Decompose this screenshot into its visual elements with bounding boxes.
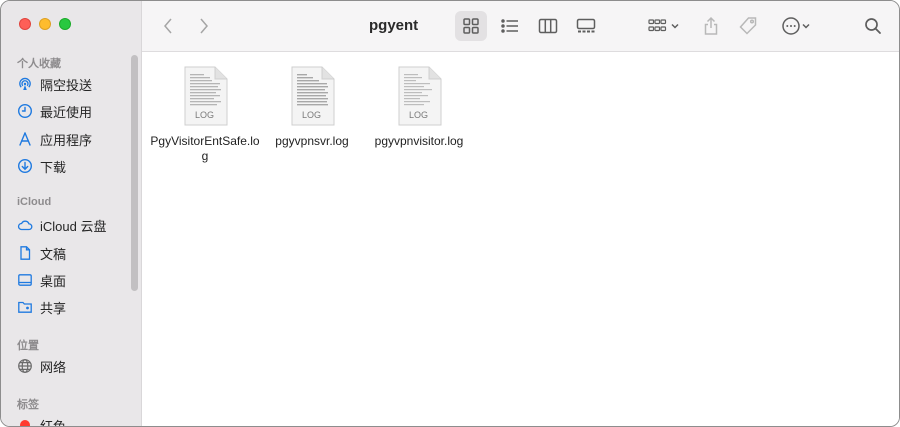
sidebar-item-recents[interactable]: 最近使用: [17, 100, 132, 122]
sidebar-item-label: 文稿: [40, 246, 67, 262]
log-file-icon: LOG: [181, 66, 229, 126]
group-grid-icon: [648, 19, 667, 32]
gallery-view-icon: [576, 18, 596, 33]
sidebar-scrollbar[interactable]: [131, 55, 138, 291]
more-actions-button[interactable]: [776, 11, 816, 41]
airdrop-icon: [19, 77, 31, 90]
file-badge: LOG: [409, 110, 429, 120]
ellipsis-circle-icon: [782, 17, 800, 35]
column-view-icon: [538, 18, 558, 34]
file-badge: LOG: [195, 110, 215, 120]
sidebar-item-applications[interactable]: 应用程序: [17, 128, 132, 150]
sidebar-item-label: 最近使用: [40, 104, 93, 120]
applications-icon: [19, 132, 31, 146]
file-name: pgyvpnvisitor.log: [374, 134, 464, 148]
download-icon: [17, 158, 33, 174]
file-browser: LOG PgyVisitorEntSafe.log LOG pgyvpnsvr.…: [142, 52, 899, 426]
file-item[interactable]: LOG pgyvpnvisitor.log: [364, 66, 474, 149]
file-name: pgyvpnsvr.log: [275, 134, 349, 148]
toolbar: pgyent: [142, 1, 899, 52]
gallery-view-button[interactable]: [570, 11, 602, 41]
window-controls: [19, 18, 71, 30]
chevron-down-icon: [671, 23, 679, 29]
section-title-favorites: 个人收藏: [17, 58, 61, 70]
list-view-button[interactable]: [494, 11, 526, 41]
sidebar-item-downloads[interactable]: 下载: [17, 155, 132, 177]
sidebar-item-label: 隔空投送: [40, 77, 93, 93]
file-name: PgyVisitorEntSafe.log: [150, 134, 260, 163]
column-view-button[interactable]: [532, 11, 564, 41]
desktop-icon: [18, 274, 32, 286]
sidebar-item-label: 应用程序: [40, 132, 93, 148]
finder-window: 个人收藏 隔空投送 最近使用 应用程序 下载 iCloud iCloud 云盘 …: [0, 0, 900, 427]
search-icon: [865, 18, 881, 34]
network-icon: [18, 359, 32, 373]
list-view-icon: [501, 19, 518, 33]
log-file-icon: LOG: [288, 66, 336, 126]
back-button[interactable]: [156, 11, 180, 41]
tag-icon: [739, 17, 757, 35]
zoom-button[interactable]: [59, 18, 71, 30]
chevron-down-icon: [802, 23, 810, 29]
minimize-button[interactable]: [39, 18, 51, 30]
sidebar-item-shared[interactable]: 共享: [17, 296, 132, 318]
chevron-right-icon: [200, 18, 208, 34]
group-by-button[interactable]: [642, 11, 686, 41]
sidebar-item-label: 红色: [40, 418, 67, 427]
clock-icon: [17, 103, 33, 119]
sidebar-item-airdrop[interactable]: 隔空投送: [17, 73, 132, 95]
sidebar-item-label: 共享: [40, 300, 67, 316]
sidebar-item-label: 网络: [40, 359, 67, 375]
sidebar-item-label: 下载: [40, 159, 67, 175]
close-button[interactable]: [19, 18, 31, 30]
section-title-locations: 位置: [17, 340, 39, 352]
shared-folder-icon: [18, 301, 32, 313]
share-button[interactable]: [698, 11, 724, 41]
icon-view-button[interactable]: [455, 11, 487, 41]
file-item[interactable]: LOG PgyVisitorEntSafe.log: [150, 66, 260, 164]
sidebar-item-label: iCloud 云盘: [40, 218, 107, 234]
share-icon: [704, 16, 718, 35]
red-tag-icon: [20, 420, 30, 426]
search-button[interactable]: [860, 11, 886, 41]
window-title: pgyent: [369, 17, 419, 34]
cloud-icon: [17, 220, 33, 231]
log-file-icon: LOG: [395, 66, 443, 126]
sidebar: 个人收藏 隔空投送 最近使用 应用程序 下载 iCloud iCloud 云盘 …: [1, 1, 142, 427]
tag-button[interactable]: [735, 11, 761, 41]
grid-view-icon: [463, 18, 479, 34]
document-icon: [20, 246, 31, 260]
chevron-left-icon: [164, 18, 172, 34]
sidebar-item-label: 桌面: [40, 273, 67, 289]
forward-button[interactable]: [192, 11, 216, 41]
section-title-tags: 标签: [17, 399, 39, 411]
section-title-icloud: iCloud: [17, 196, 52, 208]
sidebar-item-network[interactable]: 网络: [17, 355, 132, 377]
sidebar-item-desktop[interactable]: 桌面: [17, 269, 132, 291]
sidebar-item-documents[interactable]: 文稿: [17, 242, 132, 264]
sidebar-item-tag-red[interactable]: 红色: [17, 414, 132, 427]
file-item[interactable]: LOG pgyvpnsvr.log: [257, 66, 367, 149]
sidebar-item-icloud-drive[interactable]: iCloud 云盘: [17, 214, 132, 236]
file-badge: LOG: [302, 110, 322, 120]
